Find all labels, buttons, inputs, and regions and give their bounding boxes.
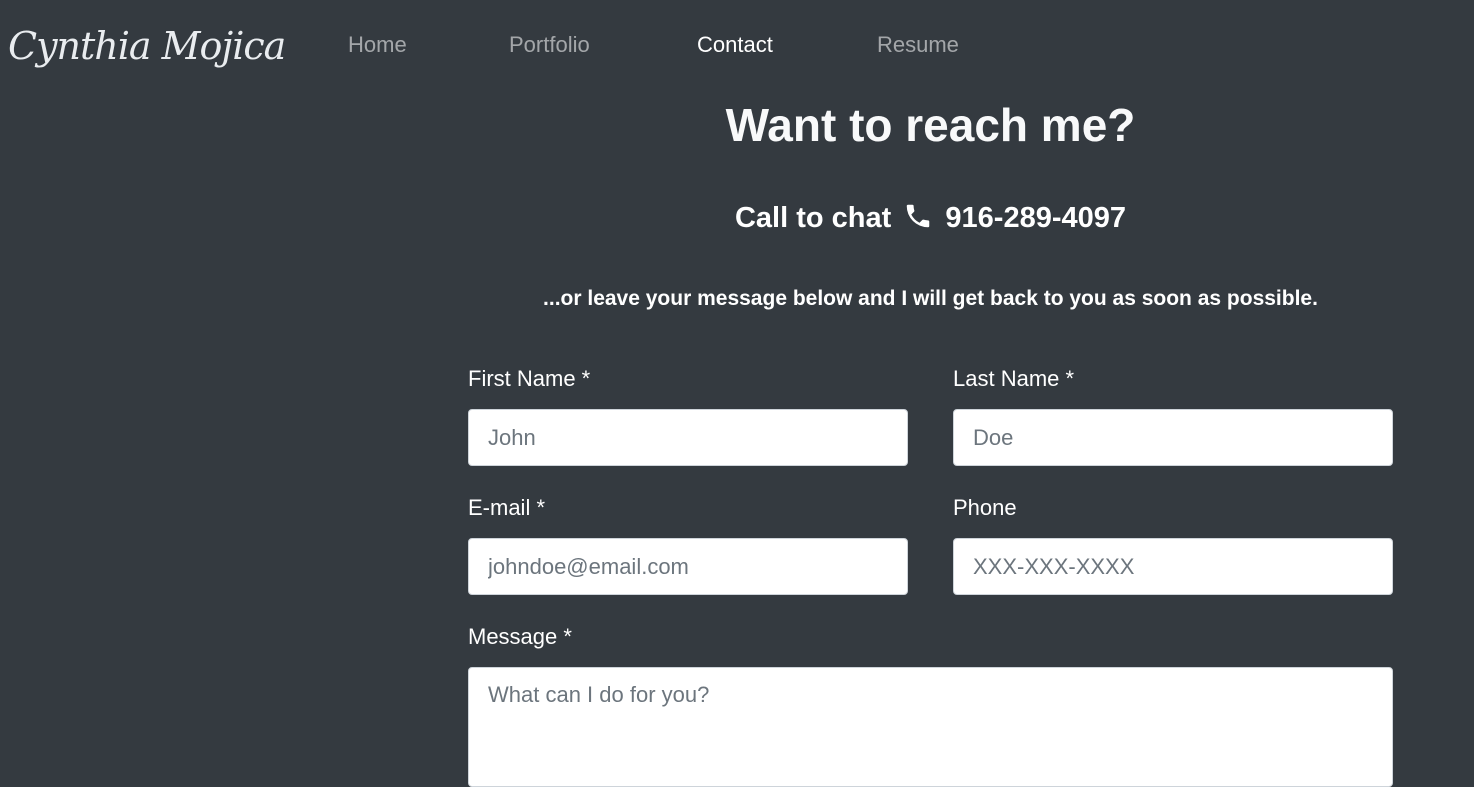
call-line: Call to chat 916-289-4097 [468, 200, 1393, 236]
message-textarea[interactable] [468, 667, 1393, 787]
last-name-input[interactable] [953, 409, 1393, 466]
email-input[interactable] [468, 538, 908, 595]
phone-input[interactable] [953, 538, 1393, 595]
first-name-input[interactable] [468, 409, 908, 466]
call-prefix: Call to chat [734, 202, 892, 234]
phone-label: Phone [953, 495, 1017, 520]
nav-link-resume[interactable]: Resume [877, 30, 959, 60]
nav-link-contact[interactable]: Contact [697, 30, 773, 60]
nav-link-portfolio[interactable]: Portfolio [509, 30, 590, 60]
phone-number[interactable]: 916-289-4097 [945, 202, 1126, 234]
first-name-label: First Name * [468, 366, 591, 391]
nav-link-home[interactable]: Home [348, 30, 407, 60]
message-label: Message * [468, 624, 572, 649]
page-title: Want to reach me? [725, 99, 1136, 151]
phone-icon [903, 201, 933, 231]
brand-logo[interactable]: Cynthia Mojica [8, 20, 286, 72]
leave-message-text: ...or leave your message below and I wil… [543, 287, 1318, 310]
last-name-label: Last Name * [953, 366, 1075, 391]
navbar: Cynthia Mojica Home Portfolio Contact Re… [0, 0, 1474, 90]
email-label: E-mail * [468, 495, 546, 520]
